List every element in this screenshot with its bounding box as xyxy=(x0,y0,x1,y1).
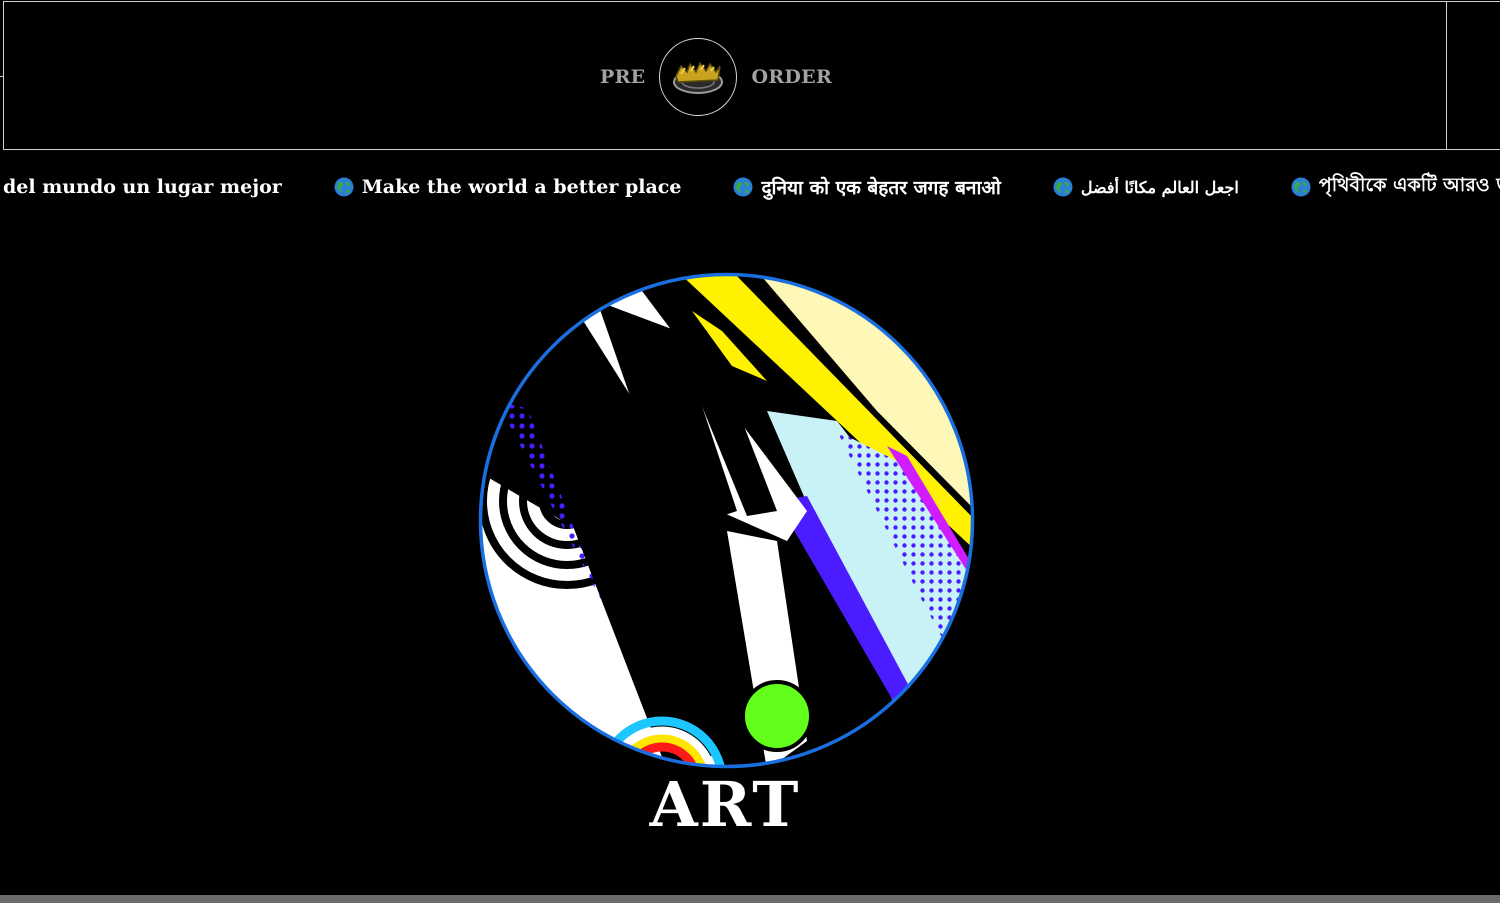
ticker-track: del mundo un lugar mejor Make the world … xyxy=(3,168,1500,206)
globe-icon xyxy=(1053,177,1073,197)
art-title[interactable]: ART xyxy=(600,768,850,841)
pop-art-illustration xyxy=(478,272,975,769)
art-feature-link[interactable] xyxy=(477,271,976,770)
language-ticker: del mundo un lugar mejor Make the world … xyxy=(0,168,1500,206)
ticker-item-text: পৃথিবীকে একটি আরও ভ xyxy=(1318,174,1500,196)
horizontal-scrollbar[interactable] xyxy=(0,895,1500,903)
globe-icon xyxy=(1291,177,1311,197)
preorder-pre-label: PRE xyxy=(600,66,646,88)
ticker-item-text: Make the world a better place xyxy=(361,176,682,198)
globe-icon xyxy=(334,177,354,197)
header-right-cell xyxy=(1447,1,1500,150)
ticker-item: Make the world a better place xyxy=(334,176,682,198)
brand-logo-icon[interactable] xyxy=(659,38,738,116)
ticker-item-text: दुनिया को एक बेहतर जगह बनाओ xyxy=(761,177,1001,199)
ticker-item: اجعل العالم مكانًا أفضل xyxy=(1053,177,1239,197)
ticker-item-text: اجعل العالم مكانًا أفضل xyxy=(1080,177,1239,197)
ticker-item: दुनिया को एक बेहतर जगह बनाओ xyxy=(733,174,1001,200)
preorder-button[interactable]: PRE ORDER xyxy=(600,37,832,117)
preorder-order-label: ORDER xyxy=(751,66,833,88)
ticker-item: পৃথিবীকে একটি আরও ভ xyxy=(1291,171,1500,203)
ticker-item: del mundo un lugar mejor xyxy=(3,176,282,198)
globe-icon xyxy=(733,177,753,197)
ticker-item-text: del mundo un lugar mejor xyxy=(3,176,282,198)
